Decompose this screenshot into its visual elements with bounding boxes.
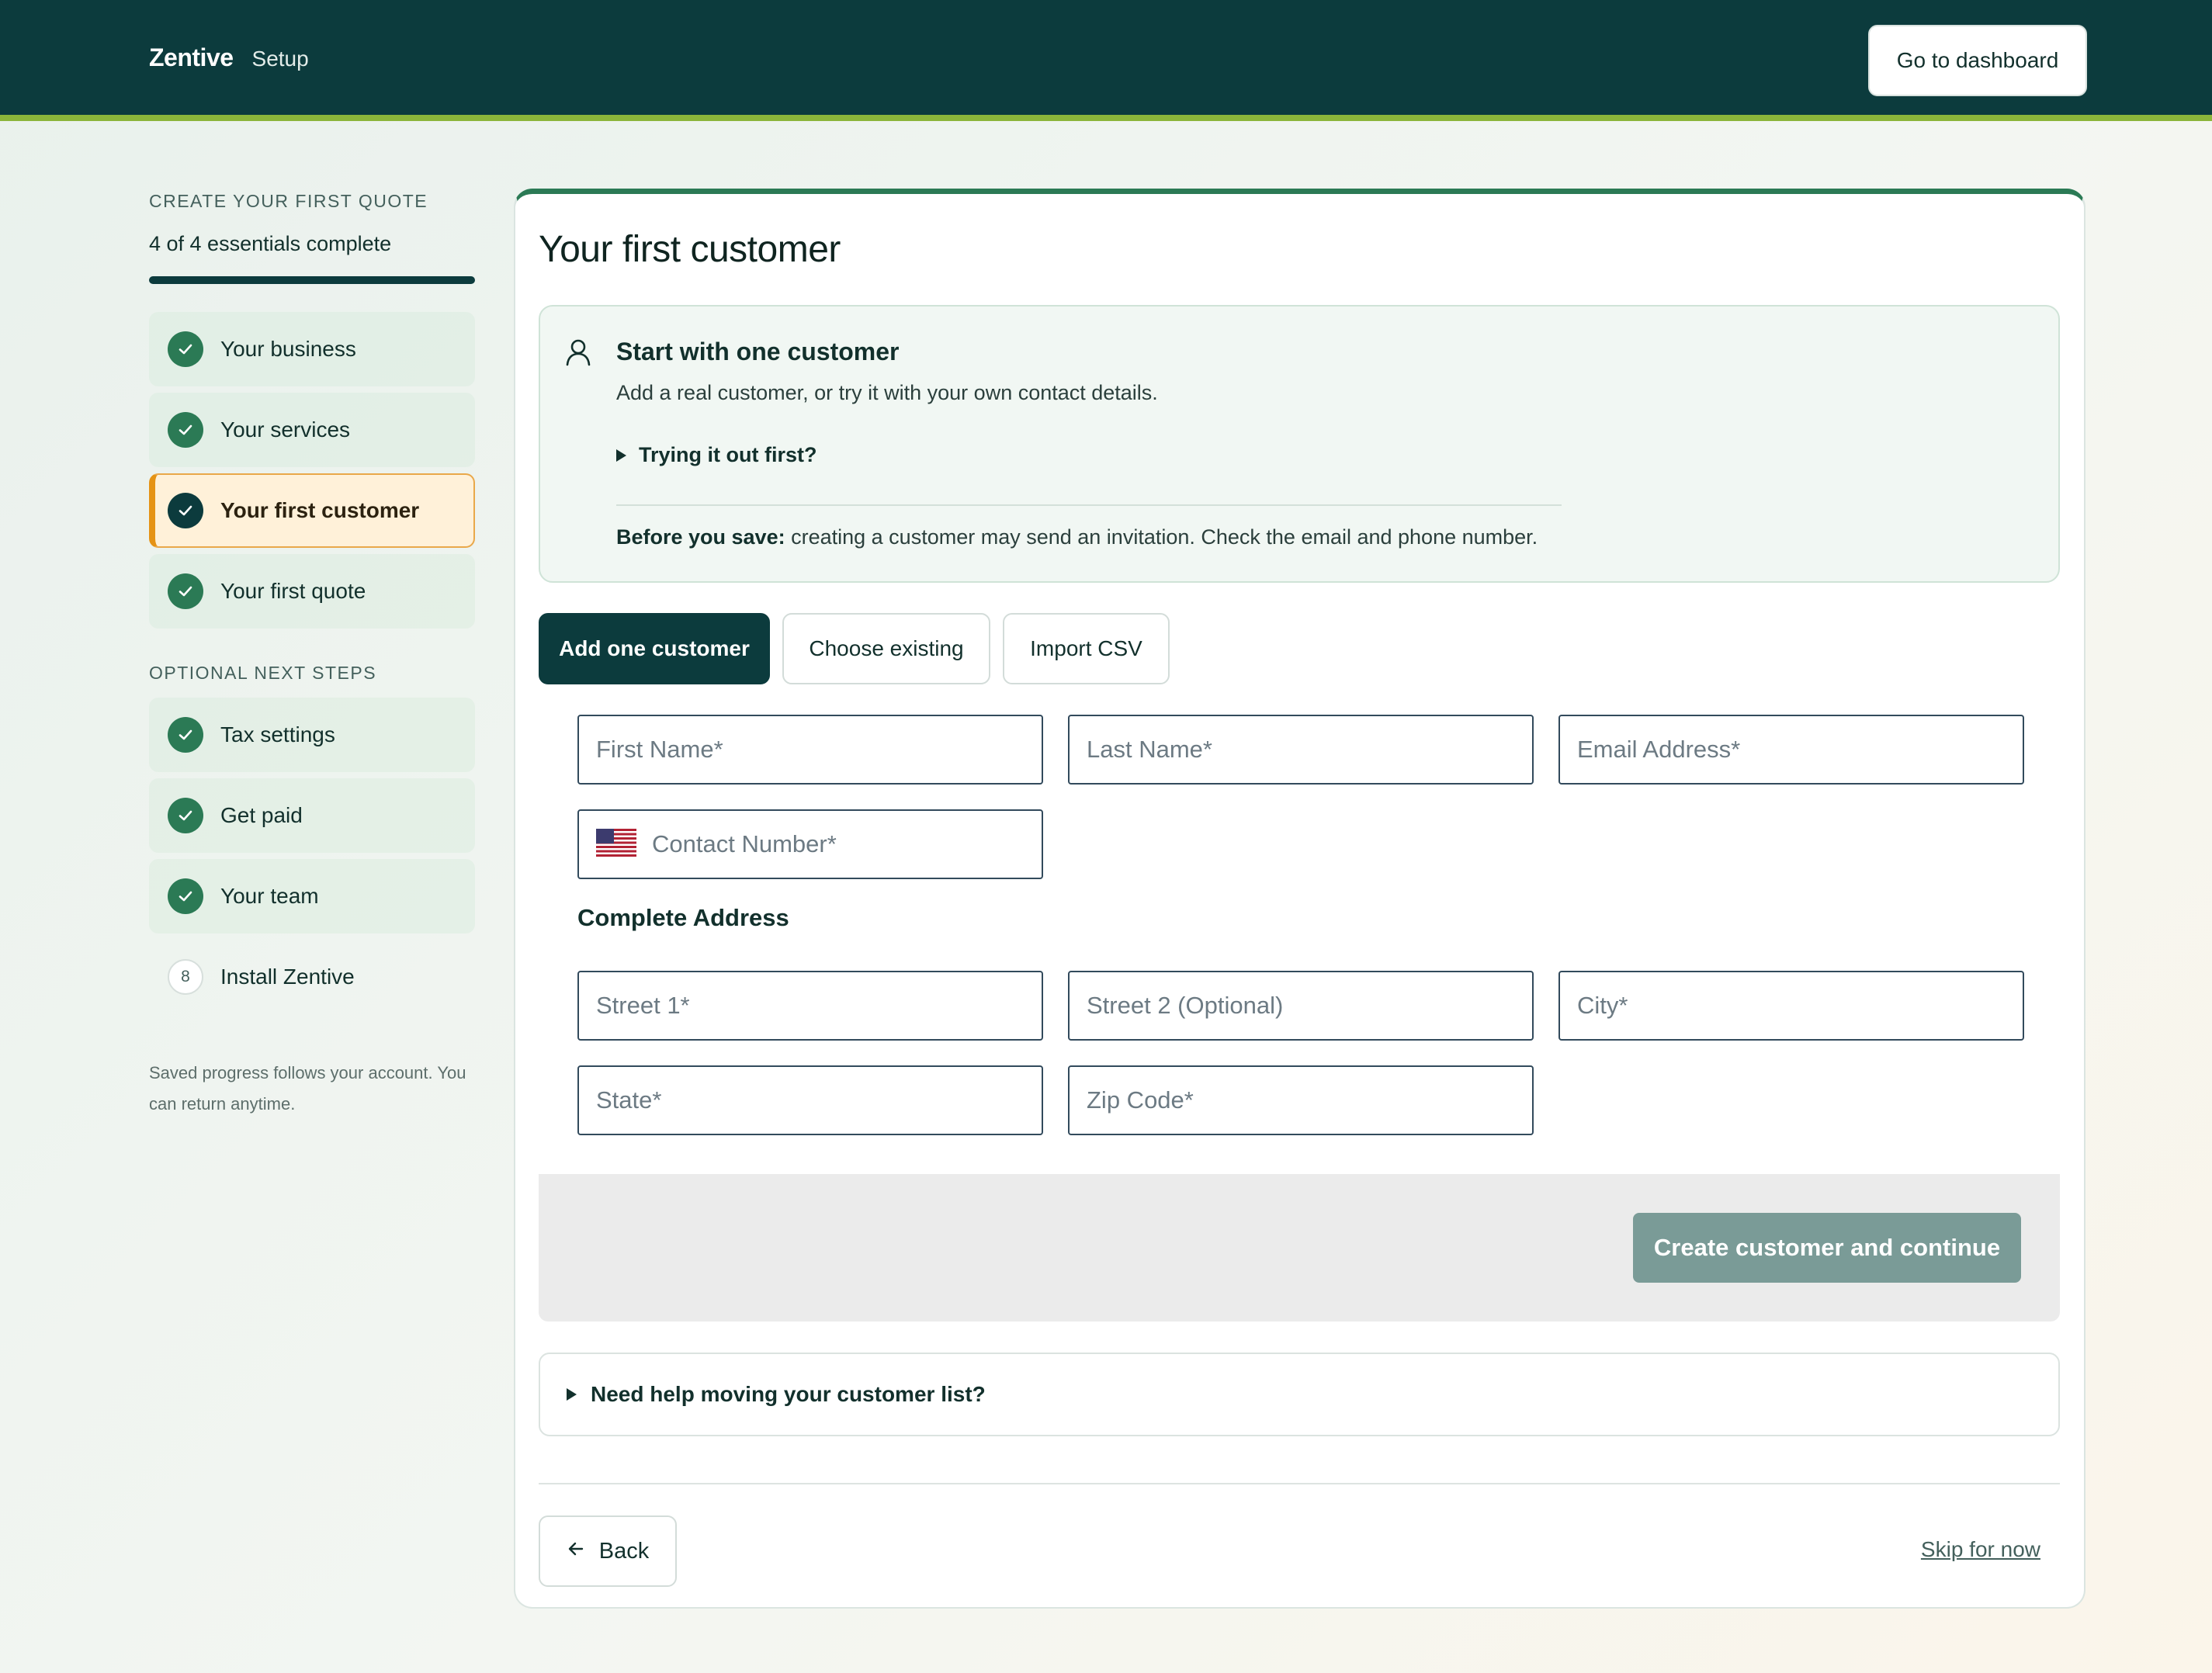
before-you-save-note: Before you save: creating a customer may…	[616, 525, 1538, 549]
back-button[interactable]: Back	[539, 1515, 677, 1587]
check-icon	[168, 331, 203, 367]
optional-list: Tax settings Get paid Your team 8 Instal…	[149, 698, 475, 1014]
check-icon	[168, 573, 203, 609]
first-name-input[interactable]	[577, 715, 1043, 785]
contact-number-field[interactable]	[577, 809, 1043, 879]
street2-input[interactable]	[1068, 971, 1534, 1041]
skip-for-now-link[interactable]: Skip for now	[1921, 1537, 2040, 1562]
form-footer: Create customer and continue	[539, 1174, 2060, 1321]
info-title: Start with one customer	[616, 338, 900, 365]
step-label: Your services	[220, 417, 351, 442]
customer-list-help-toggle[interactable]: Need help moving your customer list?	[539, 1353, 2060, 1436]
optional-section-title: OPTIONAL NEXT STEPS	[149, 663, 377, 683]
check-icon	[168, 717, 203, 753]
top-bar: Zentive Setup Go to dashboard	[0, 0, 2212, 121]
step-label: Install Zentive	[220, 965, 355, 989]
progress-bar	[149, 276, 475, 284]
divider	[539, 1483, 2060, 1484]
step-get-paid[interactable]: Get paid	[149, 778, 475, 853]
step-number: 8	[168, 959, 203, 995]
go-to-dashboard-button[interactable]: Go to dashboard	[1868, 25, 2087, 96]
tab-add-one-customer[interactable]: Add one customer	[539, 613, 770, 684]
step-label: Your business	[220, 337, 356, 361]
brand-logo[interactable]: Zentive	[149, 43, 234, 72]
state-input[interactable]	[577, 1065, 1043, 1135]
divider	[616, 504, 1562, 506]
sidebar-eyebrow: CREATE YOUR FIRST QUOTE	[149, 191, 428, 211]
info-subtitle: Add a real customer, or try it with your…	[616, 381, 1158, 404]
warning-text: creating a customer may send an invitati…	[791, 525, 1538, 549]
setup-sidebar: CREATE YOUR FIRST QUOTE 4 of 4 essential…	[149, 191, 475, 1120]
disclosure-triangle-icon	[567, 1388, 577, 1401]
disclosure-triangle-icon	[616, 449, 626, 462]
step-tax-settings[interactable]: Tax settings	[149, 698, 475, 772]
step-your-team[interactable]: Your team	[149, 859, 475, 933]
step-your-first-quote[interactable]: Your first quote	[149, 554, 475, 629]
brand: Zentive Setup	[149, 43, 309, 72]
saved-progress-note: Saved progress follows your account. You…	[149, 1063, 466, 1114]
step-your-first-customer[interactable]: Your first customer	[149, 473, 475, 548]
step-label: Get paid	[220, 803, 303, 827]
info-panel: Start with one customer Add a real custo…	[539, 305, 2060, 583]
essentials-list: Your business Your services Your first c…	[149, 312, 475, 629]
us-flag-icon[interactable]	[596, 828, 636, 861]
step-label: Your first customer	[220, 498, 420, 522]
check-icon	[168, 412, 203, 448]
zip-code-input[interactable]	[1068, 1065, 1534, 1135]
street1-input[interactable]	[577, 971, 1043, 1041]
create-customer-button[interactable]: Create customer and continue	[1633, 1213, 2021, 1283]
help-label: Need help moving your customer list?	[591, 1382, 986, 1406]
tab-import-csv[interactable]: Import CSV	[1003, 613, 1170, 684]
step-install-zentive[interactable]: 8 Install Zentive	[149, 940, 475, 1014]
step-label: Your first quote	[220, 579, 366, 603]
back-label: Back	[598, 1538, 650, 1564]
step-your-services[interactable]: Your services	[149, 393, 475, 467]
toggle-label: Trying it out first?	[639, 443, 817, 466]
section-label: Setup	[251, 47, 309, 71]
email-input[interactable]	[1558, 715, 2024, 785]
main-card: Your first customer Start with one custo…	[514, 189, 2085, 1609]
tab-choose-existing[interactable]: Choose existing	[782, 613, 990, 684]
trying-it-out-toggle[interactable]: Trying it out first?	[616, 443, 817, 467]
arrow-left-icon	[567, 1539, 585, 1564]
customer-mode-tabs: Add one customer Choose existing Import …	[539, 613, 1170, 684]
warning-label: Before you save:	[616, 525, 785, 549]
check-icon	[168, 878, 203, 914]
progress-text: 4 of 4 essentials complete	[149, 232, 392, 255]
user-icon	[563, 338, 593, 371]
step-label: Your team	[220, 884, 319, 908]
step-your-business[interactable]: Your business	[149, 312, 475, 386]
complete-address-heading: Complete Address	[577, 904, 789, 931]
contact-number-input[interactable]	[652, 830, 1025, 858]
city-input[interactable]	[1558, 971, 2024, 1041]
check-icon	[168, 798, 203, 833]
check-icon	[168, 493, 203, 528]
page-title: Your first customer	[539, 229, 841, 270]
step-label: Tax settings	[220, 722, 335, 746]
last-name-input[interactable]	[1068, 715, 1534, 785]
